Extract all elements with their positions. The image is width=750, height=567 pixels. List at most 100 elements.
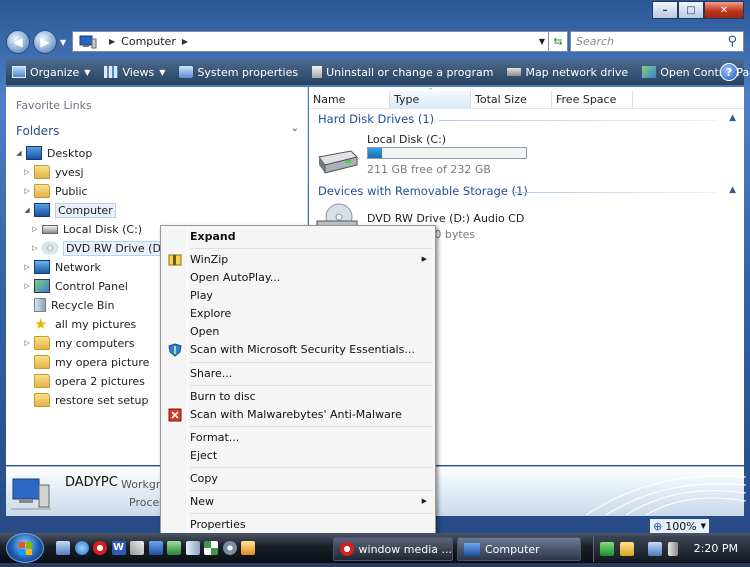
- tree-item-my-opera-picture[interactable]: my opera picture: [22, 353, 149, 371]
- taskbar-item-computer[interactable]: Computer: [457, 537, 581, 561]
- recycle-bin-icon[interactable]: [185, 541, 200, 555]
- search-input[interactable]: Search ⚲: [570, 31, 744, 52]
- back-button[interactable]: ◀: [6, 30, 30, 54]
- recent-pages-dropdown-icon[interactable]: ▼: [60, 38, 66, 47]
- chevron-down-icon: ▼: [159, 67, 166, 77]
- collapse-group-icon[interactable]: ▲: [729, 113, 736, 123]
- system-properties-button[interactable]: System properties: [179, 66, 298, 79]
- tree-item-network[interactable]: ▷ Network: [22, 258, 101, 276]
- folder-icon: [34, 393, 50, 407]
- tree-item-local-disk[interactable]: ▷ Local Disk (C:): [30, 220, 142, 238]
- menu-item-play[interactable]: Play: [190, 287, 213, 305]
- collapsed-arrow-icon[interactable]: ▷: [22, 339, 32, 347]
- column-name[interactable]: Name: [309, 91, 390, 108]
- collapsed-arrow-icon[interactable]: ▷: [22, 263, 32, 271]
- show-desktop-icon[interactable]: [56, 541, 70, 555]
- favorite-links-header[interactable]: Favorite Links: [16, 99, 92, 112]
- menu-item-share[interactable]: Share...: [190, 365, 232, 383]
- network-status-icon[interactable]: [648, 542, 662, 556]
- column-type[interactable]: Type ⌃: [390, 87, 471, 108]
- volume-icon[interactable]: [668, 542, 678, 556]
- menu-item-explore[interactable]: Explore: [190, 305, 231, 323]
- close-button[interactable]: ✕: [704, 1, 744, 19]
- column-headers: Name Type ⌃ Total Size Free Space: [309, 87, 744, 109]
- collapsed-arrow-icon[interactable]: ▷: [22, 282, 32, 290]
- collapse-group-icon[interactable]: ▲: [729, 185, 736, 195]
- menu-item-new[interactable]: New: [190, 493, 214, 511]
- network-icon[interactable]: [167, 541, 181, 555]
- menu-item-burn-to-disc[interactable]: Burn to disc: [190, 388, 256, 406]
- minimize-button[interactable]: –: [652, 1, 678, 19]
- menu-item-copy[interactable]: Copy: [190, 470, 218, 488]
- menu-item-format[interactable]: Format...: [190, 429, 239, 447]
- menu-item-scan-mse[interactable]: Scan with Microsoft Security Essentials.…: [190, 341, 415, 359]
- uninstall-program-button[interactable]: Uninstall or change a program: [312, 66, 493, 79]
- internet-explorer-icon[interactable]: [74, 541, 89, 555]
- media-player-icon[interactable]: [241, 541, 255, 555]
- views-button[interactable]: Views ▼: [104, 66, 165, 79]
- pinwheel-icon[interactable]: [204, 541, 218, 555]
- folder-sync-icon[interactable]: [620, 542, 634, 556]
- chevron-down-icon[interactable]: ⌄: [291, 123, 299, 134]
- folders-header[interactable]: Folders: [16, 124, 59, 138]
- tree-item-opera-2-pictures[interactable]: opera 2 pictures: [22, 372, 145, 390]
- local-disk-name[interactable]: Local Disk (C:): [367, 133, 446, 146]
- tree-item-restore-set-setup[interactable]: restore set setup: [22, 391, 148, 409]
- tree-item-yvesj[interactable]: ▷ yvesj: [22, 163, 84, 181]
- clock[interactable]: 2:20 PM: [694, 542, 738, 555]
- group-removable-storage[interactable]: Devices with Removable Storage (1): [318, 184, 528, 198]
- group-hard-disk-drives[interactable]: Hard Disk Drives (1): [318, 112, 434, 126]
- column-free-space[interactable]: Free Space: [552, 91, 633, 108]
- folder-icon: [34, 355, 50, 369]
- taskbar-item-opera[interactable]: window media ...: [333, 537, 453, 561]
- tree-item-control-panel[interactable]: ▷ Control Panel: [22, 277, 128, 295]
- search-icon[interactable]: ⚲: [727, 34, 737, 49]
- organize-button[interactable]: Organize ▼: [12, 66, 90, 79]
- menu-item-expand[interactable]: Expand: [190, 228, 236, 246]
- menu-item-scan-malwarebytes[interactable]: Scan with Malwarebytes' Anti-Malware: [190, 406, 402, 424]
- collapsed-arrow-icon[interactable]: ▷: [22, 168, 32, 176]
- refresh-button[interactable]: ⇆: [548, 31, 568, 52]
- word-icon[interactable]: W: [111, 541, 126, 555]
- maximize-button[interactable]: □: [678, 1, 704, 19]
- start-button[interactable]: [6, 533, 44, 563]
- collapsed-arrow-icon[interactable]: ▷: [30, 225, 40, 233]
- tree-label: Control Panel: [55, 279, 128, 293]
- computer-icon[interactable]: [148, 541, 163, 555]
- dvd-drive-name[interactable]: DVD RW Drive (D:) Audio CD: [367, 212, 524, 225]
- menu-item-open-autoplay[interactable]: Open AutoPlay...: [190, 269, 280, 287]
- tools-icon[interactable]: [130, 541, 144, 555]
- tree-item-my-computers[interactable]: ▷ my computers: [22, 334, 135, 352]
- hard-disk-icon[interactable]: [315, 145, 359, 175]
- address-dropdown-icon[interactable]: ▼: [539, 37, 545, 46]
- settings-icon[interactable]: [222, 541, 237, 555]
- computer-icon: [79, 35, 97, 48]
- collapsed-arrow-icon[interactable]: ▷: [22, 187, 32, 195]
- menu-item-open[interactable]: Open: [190, 323, 219, 341]
- menu-item-eject[interactable]: Eject: [190, 447, 217, 465]
- menu-item-properties[interactable]: Properties: [190, 516, 246, 534]
- security-check-icon[interactable]: [600, 542, 614, 556]
- expanded-arrow-icon[interactable]: ◢: [14, 149, 24, 157]
- tree-item-recycle-bin[interactable]: Recycle Bin: [22, 296, 114, 314]
- tree-item-dvd-drive[interactable]: ▷ DVD RW Drive (D:): [30, 239, 172, 257]
- tree-item-desktop[interactable]: ◢ Desktop: [14, 144, 92, 162]
- tree-item-all-my-pictures[interactable]: ★ all my pictures: [22, 315, 136, 333]
- folder-icon: [34, 374, 50, 388]
- forward-button[interactable]: ▶: [33, 30, 57, 54]
- tree-item-public[interactable]: ▷ Public: [22, 182, 88, 200]
- zoom-control[interactable]: ⊕ 100% ▼: [650, 519, 710, 533]
- tree-item-computer[interactable]: ◢ Computer: [22, 201, 116, 219]
- address-bar[interactable]: ▶ Computer ▶ ▼: [72, 31, 550, 52]
- menu-item-winzip[interactable]: WinZip: [190, 251, 228, 269]
- breadcrumb-computer[interactable]: Computer: [121, 35, 176, 48]
- column-total-size[interactable]: Total Size: [471, 91, 552, 108]
- expanded-arrow-icon[interactable]: ◢: [22, 206, 32, 214]
- collapsed-arrow-icon[interactable]: ▷: [30, 244, 40, 252]
- opera-icon[interactable]: [93, 541, 107, 555]
- help-button[interactable]: ?: [720, 63, 738, 81]
- menu-separator: [190, 362, 433, 363]
- menu-gutter: [187, 228, 188, 532]
- breadcrumb-chevron-icon[interactable]: ▶: [182, 37, 188, 46]
- map-network-drive-button[interactable]: Map network drive: [507, 66, 628, 79]
